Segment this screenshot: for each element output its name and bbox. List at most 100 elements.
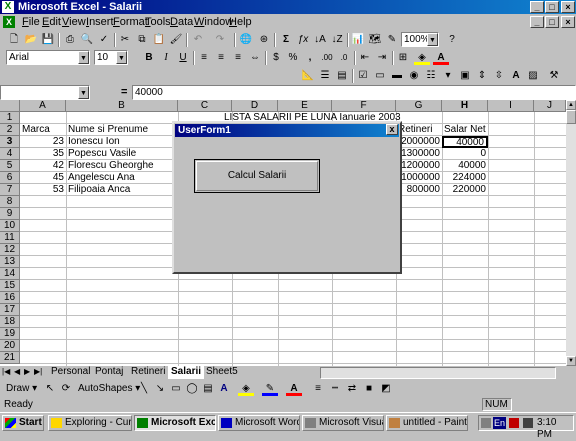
spelling-icon[interactable]: ✓: [96, 32, 112, 47]
column-header-c[interactable]: C: [178, 100, 232, 112]
column-header-h[interactable]: H: [442, 100, 488, 112]
column-header-i[interactable]: I: [488, 100, 534, 112]
tab-first-icon[interactable]: |◀: [2, 367, 10, 376]
cell-marca[interactable]: 53: [20, 184, 66, 196]
command-button-control-icon[interactable]: ▬: [389, 68, 405, 83]
draw-menu[interactable]: Draw ▾: [6, 382, 37, 396]
print-preview-icon[interactable]: 🔍: [79, 32, 95, 47]
more-controls-icon[interactable]: ⚒: [546, 68, 562, 83]
textbox-control-icon[interactable]: ▭: [372, 68, 388, 83]
dash-style-icon[interactable]: ┅: [327, 381, 343, 396]
copy-icon[interactable]: ⧉: [134, 32, 150, 47]
row-header[interactable]: 17: [0, 304, 20, 316]
formula-input[interactable]: 40000: [132, 85, 576, 100]
row-header[interactable]: 16: [0, 292, 20, 304]
header-retineri[interactable]: Retineri: [396, 124, 442, 136]
column-header-a[interactable]: A: [20, 100, 66, 112]
task-visual-basic[interactable]: Microsoft Visual ...: [302, 415, 384, 431]
cell-nume[interactable]: Florescu Gheorghe: [66, 160, 178, 172]
tab-next-icon[interactable]: ▶: [24, 367, 30, 376]
line-color-icon[interactable]: ✎: [262, 381, 278, 396]
font-color-icon[interactable]: A: [433, 50, 449, 65]
menu-insert[interactable]: Insert: [86, 15, 114, 29]
menu-file[interactable]: File: [22, 15, 40, 29]
column-header-e[interactable]: E: [278, 100, 332, 112]
tab-sheet5[interactable]: Sheet5: [203, 366, 241, 379]
percent-button[interactable]: %: [285, 50, 301, 65]
toggle-button-control-icon[interactable]: ▣: [457, 68, 473, 83]
cell-retineri[interactable]: 1300000: [396, 148, 442, 160]
cell-marca[interactable]: 42: [20, 160, 66, 172]
line-icon[interactable]: ╲: [136, 381, 152, 396]
tab-pontaj[interactable]: Pontaj: [92, 366, 126, 379]
merge-center-icon[interactable]: ⇔: [247, 50, 263, 65]
paste-function-icon[interactable]: ƒx: [295, 32, 311, 47]
rectangle-icon[interactable]: ▭: [168, 381, 184, 396]
row-header[interactable]: 1: [0, 112, 20, 124]
volume-icon[interactable]: [523, 418, 533, 428]
arrow-icon[interactable]: ↘: [152, 381, 168, 396]
cell-retineri[interactable]: 800000: [396, 184, 442, 196]
header-marca[interactable]: Marca: [20, 124, 66, 136]
row-header[interactable]: 10: [0, 220, 20, 232]
menu-data[interactable]: Data: [170, 15, 193, 29]
cell-marca[interactable]: 45: [20, 172, 66, 184]
cut-icon[interactable]: ✂: [117, 32, 133, 47]
fill-color-icon[interactable]: ◈: [414, 50, 430, 65]
tray-icon[interactable]: [481, 418, 491, 428]
zoom-select[interactable]: 100% ▼: [401, 32, 439, 47]
currency-button[interactable]: $: [268, 50, 284, 65]
select-all-corner[interactable]: [0, 100, 20, 112]
hyperlink-icon[interactable]: 🌐: [238, 32, 254, 47]
cell-retineri[interactable]: 1200000: [396, 160, 442, 172]
formula-equals[interactable]: =: [121, 86, 127, 98]
text-box-icon[interactable]: ▤: [200, 381, 216, 396]
header-salar-net[interactable]: Salar Net: [442, 124, 488, 136]
row-header[interactable]: 20: [0, 340, 20, 352]
line-style-icon[interactable]: ≡: [310, 381, 326, 396]
row-header[interactable]: 11: [0, 232, 20, 244]
comma-button[interactable]: ,: [302, 50, 318, 65]
cell-nume[interactable]: Popescu Vasile: [66, 148, 178, 160]
drawing-icon[interactable]: ✎: [384, 32, 400, 47]
cell-salar-net[interactable]: 220000: [442, 184, 488, 196]
combobox-control-icon[interactable]: ▾: [440, 68, 456, 83]
row-header[interactable]: 5: [0, 160, 20, 172]
row-header[interactable]: 15: [0, 280, 20, 292]
align-right-icon[interactable]: ≡: [230, 50, 246, 65]
sort-ascending-icon[interactable]: ↓A: [312, 32, 328, 47]
label-control-icon[interactable]: A: [508, 68, 524, 83]
oval-icon[interactable]: ◯: [184, 381, 200, 396]
doc-close-icon[interactable]: ×: [561, 16, 575, 28]
menu-window[interactable]: Window: [194, 15, 233, 29]
tab-salarii[interactable]: Salarii: [168, 366, 205, 379]
scrollbar-control-icon[interactable]: ⇳: [491, 68, 507, 83]
column-header-f[interactable]: F: [332, 100, 396, 112]
font-size-select[interactable]: 10 ▼: [94, 50, 128, 65]
web-toolbar-icon[interactable]: ⊛: [256, 32, 272, 47]
format-painter-icon[interactable]: 🖌: [168, 32, 184, 47]
row-header[interactable]: 21: [0, 352, 20, 364]
autoshapes-menu[interactable]: AutoShapes ▾: [78, 382, 140, 396]
vertical-scrollbar[interactable]: ▲ ▼: [566, 100, 576, 366]
cell-marca[interactable]: 23: [20, 136, 66, 148]
decrease-decimal-icon[interactable]: .0: [336, 50, 352, 65]
task-word[interactable]: Microsoft Word - ...: [218, 415, 300, 431]
image-control-icon[interactable]: ▨: [525, 68, 541, 83]
maximize-icon[interactable]: □: [545, 1, 559, 13]
cell-salar-net[interactable]: 0: [442, 148, 488, 160]
menu-view[interactable]: View: [62, 15, 86, 29]
doc-restore-icon[interactable]: □: [545, 16, 559, 28]
menu-format[interactable]: Format: [113, 15, 148, 29]
row-header[interactable]: 3: [0, 136, 20, 148]
align-center-icon[interactable]: ≡: [213, 50, 229, 65]
name-box[interactable]: ▼: [0, 85, 90, 100]
borders-icon[interactable]: ⊞: [395, 50, 411, 65]
row-header[interactable]: 8: [0, 196, 20, 208]
language-indicator[interactable]: En: [493, 417, 507, 429]
print-icon[interactable]: ⎙: [62, 32, 78, 47]
row-header[interactable]: 19: [0, 328, 20, 340]
free-rotate-icon[interactable]: ⟳: [58, 381, 74, 396]
cell-salar-net[interactable]: 40000: [442, 160, 488, 172]
arrow-style-icon[interactable]: ⇄: [344, 381, 360, 396]
